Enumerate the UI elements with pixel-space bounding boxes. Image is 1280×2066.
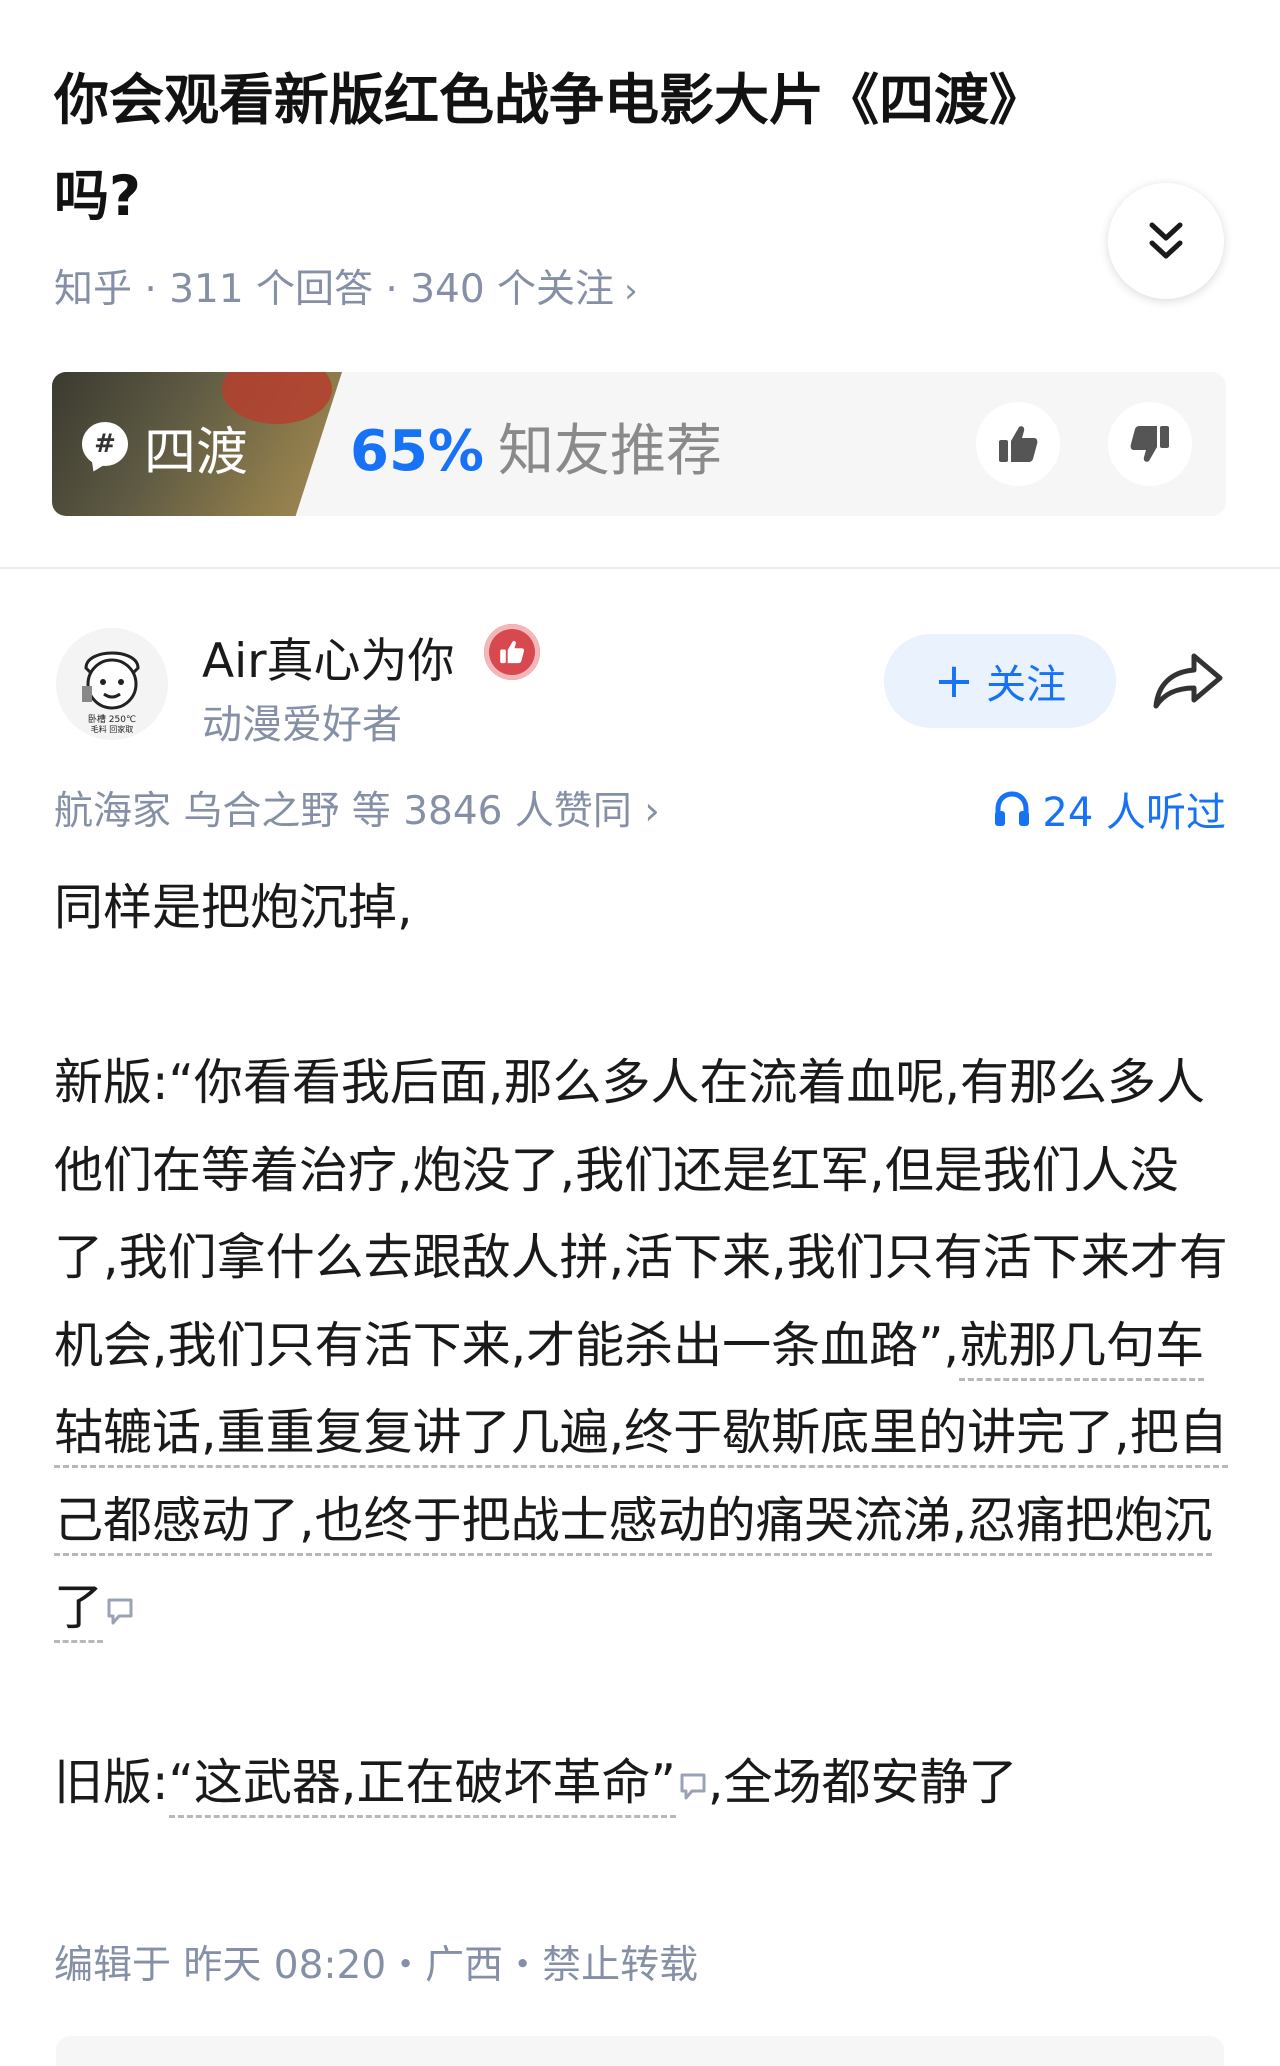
comment-bubble-icon[interactable] (678, 1771, 708, 1803)
thumbs-up-icon (999, 426, 1038, 462)
expand-button[interactable] (1108, 183, 1224, 299)
follow-label: 关注 (986, 662, 1067, 708)
share-arrow-icon (1153, 653, 1223, 709)
edit-info: 编辑于 昨天 08:20・广西・禁止转载 (54, 1943, 699, 1988)
upvoters[interactable]: 航海家 乌合之野 等 3846 人赞同 › (54, 780, 660, 836)
topic-card[interactable]: # 四渡 65% 知友推荐 (52, 372, 1226, 516)
rating-label: 知友推荐 (498, 419, 723, 484)
recommend-button[interactable] (976, 402, 1060, 486)
annotated-quote[interactable]: “这武器,正在破坏革命” (168, 1754, 676, 1818)
follow-button[interactable]: + 关注 (884, 634, 1116, 728)
paragraph-1: 同样是把炮沉掉, (54, 879, 413, 936)
answer-page: 你会观看新版红色战争电影大片《四渡》吗? 知乎 · 311 个回答 · 340 … (0, 0, 1280, 2066)
headphones-icon (995, 791, 1030, 826)
upvoters-text: 航海家 乌合之野 等 3846 人赞同 (54, 789, 632, 834)
avatar-illustration: 卧槽 250℃ 毛料 回家取 (56, 628, 168, 740)
topic-rating: 65% 知友推荐 (350, 406, 722, 487)
share-button[interactable] (1150, 648, 1226, 712)
comment-bubble-icon[interactable] (105, 1596, 135, 1628)
topic-hash-icon: # (82, 422, 128, 466)
rating-percent: 65% (350, 419, 485, 484)
paragraph-3-suffix: ,全场都安静了 (707, 1754, 1018, 1811)
listened-count[interactable]: 24 人听过 (992, 780, 1226, 838)
avatar[interactable]: 卧槽 250℃ 毛料 回家取 (56, 628, 168, 740)
question-title[interactable]: 你会观看新版红色战争电影大片《四渡》吗? (54, 52, 1114, 244)
double-chevron-down-icon (1149, 222, 1183, 259)
topic-tag[interactable]: # 四渡 (52, 372, 342, 516)
medal-badge-icon[interactable] (484, 624, 540, 680)
answer-content: 同样是把炮沉掉, 新版:“你看看我后面,那么多人在流着血呢,有那么多人他们在等着… (54, 864, 1234, 1827)
topic-name: 四渡 (144, 423, 249, 483)
chevron-right-icon: › (624, 271, 638, 311)
question-meta[interactable]: 知乎 · 311 个回答 · 340 个关注 › (54, 258, 638, 314)
section-divider (0, 567, 1280, 569)
avatar-caption-2: 毛料 回家取 (91, 724, 134, 734)
chevron-right-icon: › (644, 789, 660, 834)
listened-text: 24 人听过 (1042, 790, 1226, 836)
paragraph-2: 新版:“你看看我后面,那么多人在流着血呢,有那么多人他们在等着治疗,炮没了,我们… (54, 1039, 1234, 1652)
question-meta-text: 知乎 · 311 个回答 · 340 个关注 (54, 267, 615, 312)
paragraph-3: 旧版:“这武器,正在破坏革命” ,全场都安静了 (54, 1739, 1234, 1827)
author-name[interactable]: Air真心为你 (202, 622, 455, 691)
author-bio: 动漫爱好者 (202, 702, 402, 748)
next-card-edge (56, 2036, 1224, 2066)
thumbs-up-icon (500, 640, 524, 664)
avatar-caption-1: 卧槽 250℃ (88, 713, 136, 725)
paragraph-3-prefix: 旧版: (54, 1754, 169, 1811)
not-recommend-button[interactable] (1108, 402, 1192, 486)
plus-icon: + (933, 653, 975, 709)
thumbs-down-icon (1130, 426, 1169, 462)
